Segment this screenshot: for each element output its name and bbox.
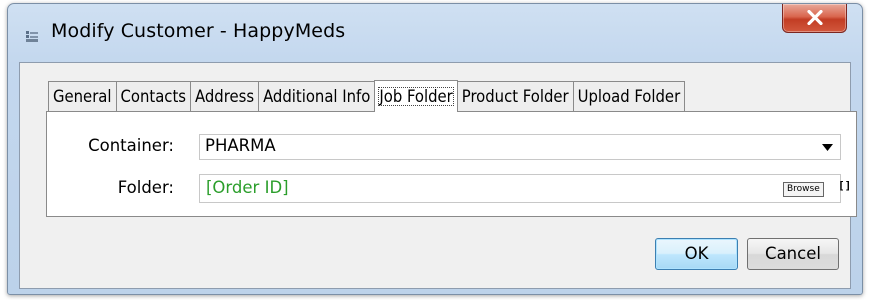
browse-button[interactable]: Browse (783, 182, 824, 197)
dialog-content: General Contacts Address Additional Info… (19, 62, 857, 289)
close-button[interactable] (782, 4, 847, 33)
tab-job-folder[interactable]: Job Folder (374, 80, 458, 112)
cancel-button[interactable]: Cancel (747, 238, 839, 270)
folder-input[interactable]: [Order ID] Browse [] (199, 174, 851, 203)
tab-additional-info[interactable]: Additional Info (258, 81, 376, 111)
container-value: PHARMA (205, 136, 276, 155)
tab-address[interactable]: Address (190, 81, 260, 111)
window-title: Modify Customer - HappyMeds (51, 20, 346, 42)
close-x-icon (807, 10, 823, 25)
container-select[interactable]: PHARMA (199, 134, 841, 160)
title-bar[interactable]: Modify Customer - HappyMeds (8, 4, 862, 60)
dialog-window: Modify Customer - HappyMeds General Cont… (7, 3, 863, 295)
tab-contacts[interactable]: Contacts (115, 81, 191, 111)
brackets-button[interactable]: [] (838, 179, 851, 192)
folder-label: Folder: (117, 178, 174, 197)
chevron-down-icon (822, 144, 833, 151)
tab-general[interactable]: General (48, 81, 117, 111)
app-icon (26, 28, 38, 42)
tab-bar: General Contacts Address Additional Info… (48, 80, 686, 112)
container-label: Container: (88, 136, 174, 155)
folder-value: [Order ID] (206, 178, 289, 197)
job-folder-panel: Container: PHARMA Folder: [Order ID] Bro… (46, 111, 857, 217)
tab-product-folder[interactable]: Product Folder (456, 81, 574, 111)
tab-upload-folder[interactable]: Upload Folder (572, 81, 686, 111)
ok-button[interactable]: OK (655, 238, 738, 270)
